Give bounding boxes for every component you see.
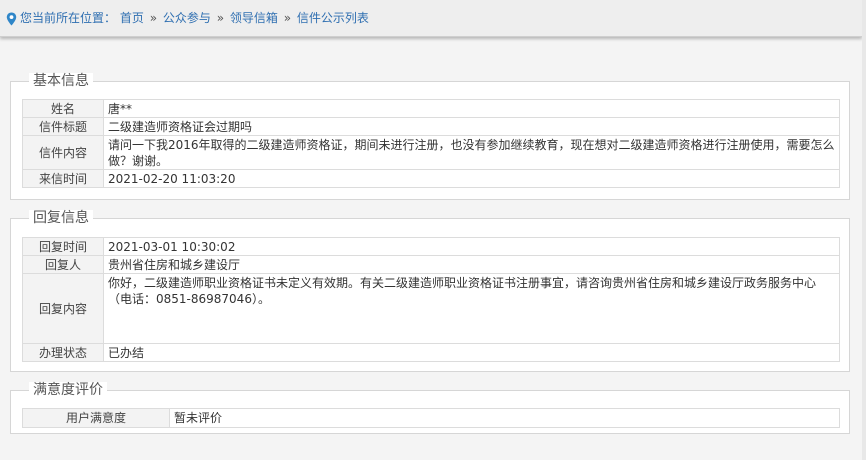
table-row: 用户满意度 暂未评价	[22, 408, 840, 428]
letter-title-label: 信件标题	[22, 117, 104, 136]
user-satisfaction-label: 用户满意度	[22, 408, 170, 428]
vertical-scrollbar[interactable]	[862, 0, 866, 460]
replier-value: 贵州省住房和城乡建设厅	[103, 255, 840, 274]
breadcrumb-letter-list-link[interactable]: 信件公示列表	[297, 11, 369, 25]
table-row: 信件标题 二级建造师资格证会过期吗	[22, 117, 840, 136]
basic-info-table: 姓名 唐** 信件标题 二级建造师资格证会过期吗 信件内容 请问一下我2016年…	[22, 99, 840, 188]
name-value: 唐**	[103, 99, 840, 118]
letter-content-label: 信件内容	[22, 135, 104, 170]
breadcrumb-separator: »	[216, 11, 225, 25]
breadcrumb-separator: »	[283, 11, 292, 25]
table-row: 回复时间 2021-03-01 10:30:02	[22, 237, 840, 256]
reply-info-section: 回复信息 回复时间 2021-03-01 10:30:02 回复人 贵州省住房和…	[10, 210, 850, 372]
user-satisfaction-value: 暂未评价	[169, 408, 840, 428]
breadcrumb-home-link[interactable]: 首页	[120, 11, 144, 25]
reply-content-value: 你好，二级建造师职业资格证书未定义有效期。有关二级建造师职业资格证书注册事宜，请…	[103, 273, 840, 344]
basic-info-title: 基本信息	[29, 73, 93, 89]
location-bar: 您当前所在位置： 首页 » 公众参与 » 领导信箱 » 信件公示列表	[0, 0, 862, 37]
breadcrumb-separator: »	[149, 11, 158, 25]
letter-time-value: 2021-02-20 11:03:20	[103, 169, 840, 188]
breadcrumb-leader-mailbox-link[interactable]: 领导信箱	[230, 11, 278, 25]
satisfaction-section: 满意度评价 用户满意度 暂未评价	[10, 382, 850, 434]
breadcrumb-public-participation-link[interactable]: 公众参与	[163, 11, 211, 25]
reply-content-label: 回复内容	[22, 273, 104, 344]
satisfaction-table: 用户满意度 暂未评价	[22, 408, 840, 428]
breadcrumb-prefix: 您当前所在位置：	[20, 11, 117, 25]
location-pin-icon	[6, 12, 17, 25]
name-label: 姓名	[22, 99, 104, 118]
table-row: 姓名 唐**	[22, 99, 840, 118]
letter-title-value: 二级建造师资格证会过期吗	[103, 117, 840, 136]
breadcrumb: 您当前所在位置： 首页 » 公众参与 » 领导信箱 » 信件公示列表	[6, 9, 369, 27]
reply-info-table: 回复时间 2021-03-01 10:30:02 回复人 贵州省住房和城乡建设厅…	[22, 237, 840, 362]
replier-label: 回复人	[22, 255, 104, 274]
basic-info-section: 基本信息 姓名 唐** 信件标题 二级建造师资格证会过期吗 信件内容 请问一下我…	[10, 73, 850, 200]
reply-info-title: 回复信息	[29, 210, 93, 226]
satisfaction-title: 满意度评价	[29, 382, 107, 398]
table-row: 回复人 贵州省住房和城乡建设厅	[22, 255, 840, 274]
table-row: 信件内容 请问一下我2016年取得的二级建造师资格证，期间未进行注册，也没有参加…	[22, 135, 840, 170]
status-value: 已办结	[103, 343, 840, 362]
table-row: 办理状态 已办结	[22, 343, 840, 362]
reply-time-value: 2021-03-01 10:30:02	[103, 237, 840, 256]
table-row: 回复内容 你好，二级建造师职业资格证书未定义有效期。有关二级建造师职业资格证书注…	[22, 273, 840, 344]
letter-time-label: 来信时间	[22, 169, 104, 188]
reply-time-label: 回复时间	[22, 237, 104, 256]
table-row: 来信时间 2021-02-20 11:03:20	[22, 169, 840, 188]
letter-content-value: 请问一下我2016年取得的二级建造师资格证，期间未进行注册，也没有参加继续教育，…	[103, 135, 840, 170]
status-label: 办理状态	[22, 343, 104, 362]
